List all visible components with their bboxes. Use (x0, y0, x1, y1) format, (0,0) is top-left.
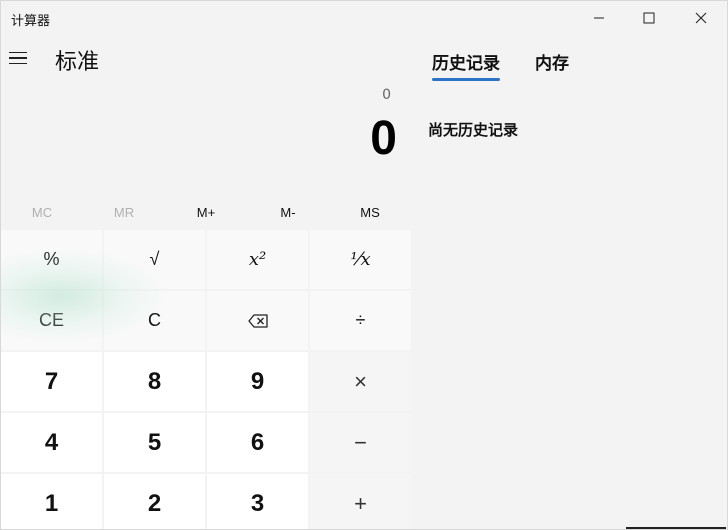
clear-entry-button[interactable]: CE (1, 291, 102, 350)
memory-recall-button[interactable]: MR (83, 199, 165, 225)
digit-8-button[interactable]: 8 (104, 352, 205, 411)
digit-9-button[interactable]: 9 (207, 352, 308, 411)
digit-3-button[interactable]: 3 (207, 474, 308, 529)
backspace-button[interactable] (207, 291, 308, 350)
square-button[interactable]: x² (207, 230, 308, 289)
backspace-icon (247, 313, 268, 328)
result-display: 0 (370, 112, 397, 165)
digit-2-button[interactable]: 2 (104, 474, 205, 529)
window-title: 计算器 (11, 14, 51, 29)
calculator-window: 计算器 标准 0 0 MC MR M+ M- MS % √ x² ⅟x CE C (0, 0, 728, 530)
memory-clear-button[interactable]: MC (1, 199, 83, 225)
memory-store-button[interactable]: MS (329, 199, 411, 225)
close-icon (695, 12, 707, 24)
digit-7-button[interactable]: 7 (1, 352, 102, 411)
minimize-icon (594, 17, 604, 19)
expression-display: 0 (382, 87, 391, 103)
maximize-button[interactable] (625, 1, 673, 35)
memory-add-button[interactable]: M+ (165, 199, 247, 225)
title-bar: 计算器 (1, 1, 727, 35)
minimize-button[interactable] (575, 1, 623, 35)
digit-5-button[interactable]: 5 (104, 413, 205, 472)
memory-row: MC MR M+ M- MS (1, 199, 411, 225)
digit-6-button[interactable]: 6 (207, 413, 308, 472)
multiply-button[interactable]: × (310, 352, 411, 411)
tab-history[interactable]: 历史记录 (432, 49, 500, 74)
history-empty-message: 尚无历史记录 (428, 121, 519, 139)
close-button[interactable] (677, 1, 725, 35)
maximize-icon (643, 12, 655, 24)
divide-button[interactable]: ÷ (310, 291, 411, 350)
clear-button[interactable]: C (104, 291, 205, 350)
minus-button[interactable]: − (310, 413, 411, 472)
square-root-button[interactable]: √ (104, 230, 205, 289)
digit-1-button[interactable]: 1 (1, 474, 102, 529)
active-tab-indicator (432, 78, 500, 81)
keypad: % √ x² ⅟x CE C ÷ 7 8 9 × 4 5 6 − 1 2 3 + (1, 230, 411, 529)
digit-4-button[interactable]: 4 (1, 413, 102, 472)
memory-subtract-button[interactable]: M- (247, 199, 329, 225)
plus-button[interactable]: + (310, 474, 411, 529)
mode-title: 标准 (55, 50, 100, 75)
percent-button[interactable]: % (1, 230, 102, 289)
hamburger-icon[interactable] (9, 47, 31, 69)
reciprocal-button[interactable]: ⅟x (310, 230, 411, 289)
tab-memory[interactable]: 内存 (535, 49, 569, 74)
